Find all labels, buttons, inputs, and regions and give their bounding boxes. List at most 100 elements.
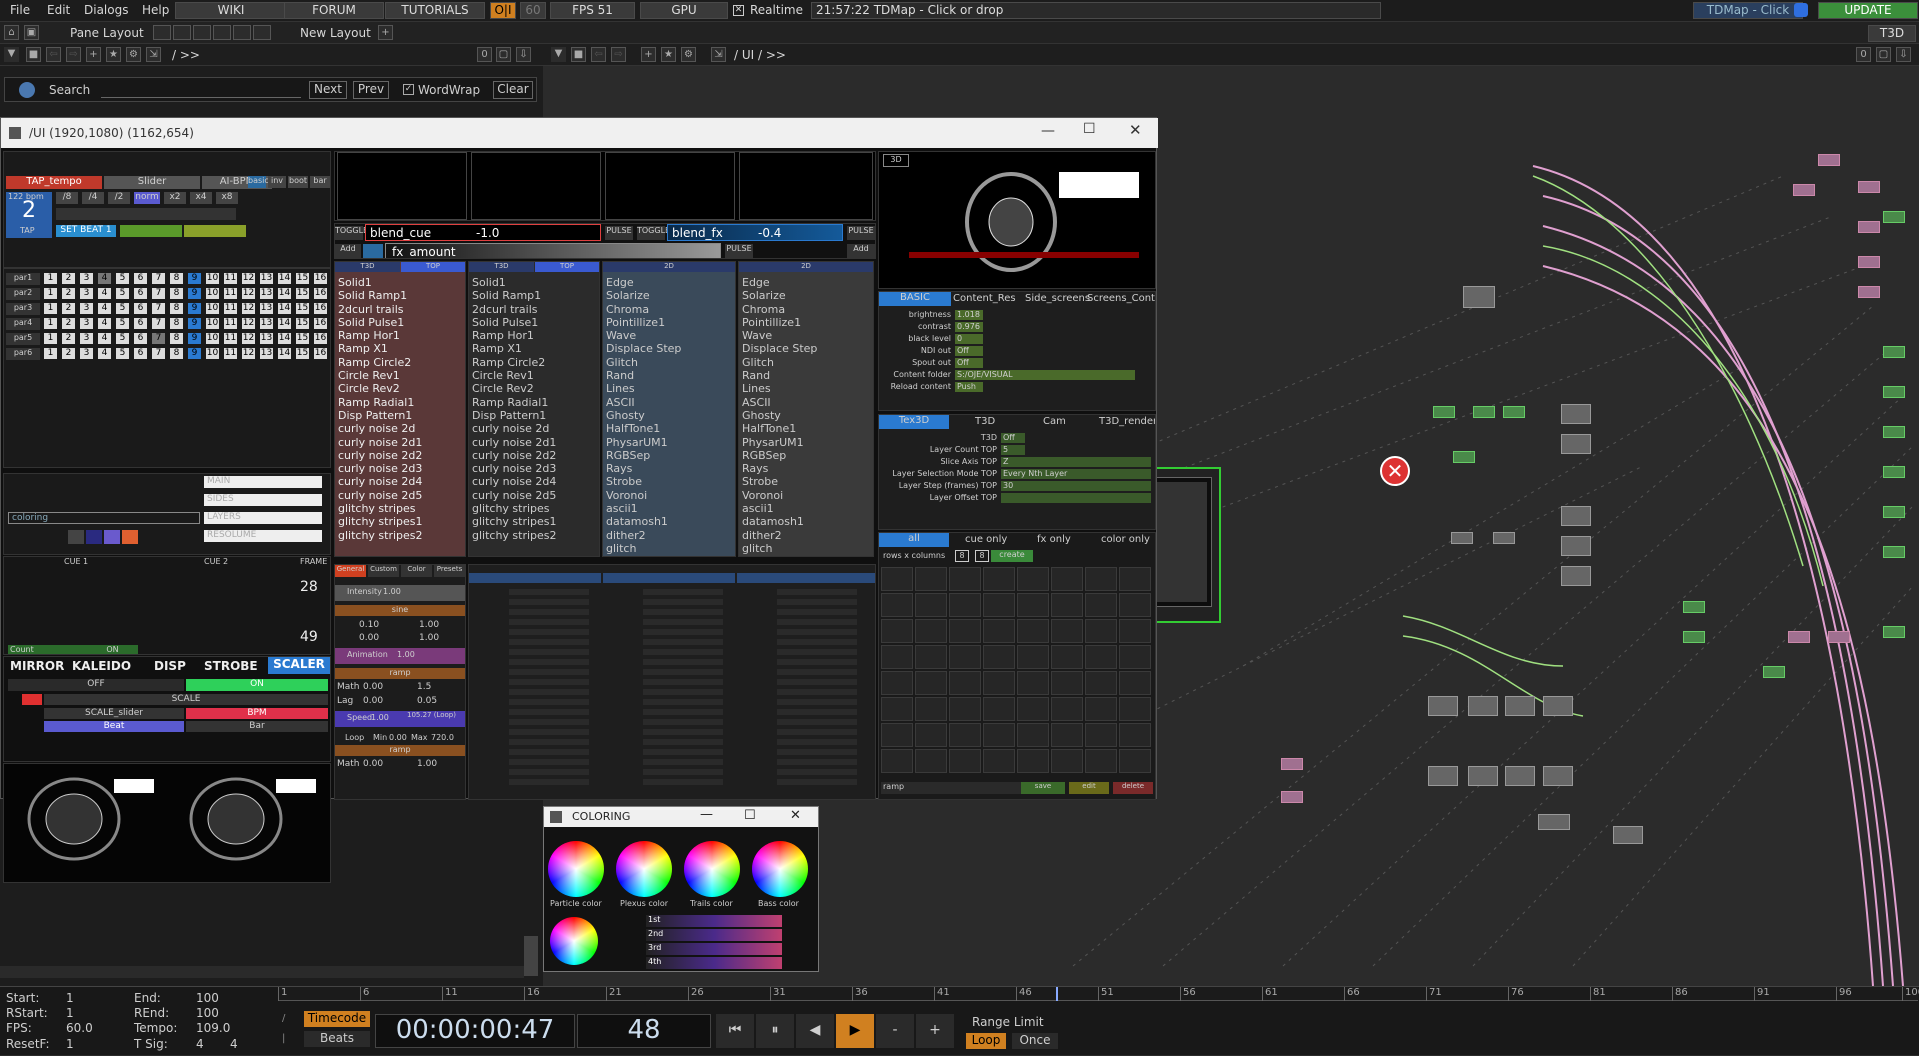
- blend-fx-slider[interactable]: blend_fx -0.4: [667, 224, 843, 241]
- speed-slider[interactable]: Speed 1.00 105.27 (Loop): [335, 711, 465, 727]
- main-field[interactable]: MAIN: [204, 476, 322, 488]
- list-item[interactable]: curly noise 2d2: [338, 449, 423, 462]
- param-cell[interactable]: 6: [134, 273, 147, 284]
- math-v1[interactable]: 0.00: [363, 682, 383, 692]
- save-cue-button[interactable]: save: [1021, 782, 1065, 794]
- coloring-minimize-icon[interactable]: —: [700, 807, 713, 822]
- network-node[interactable]: [1793, 184, 1815, 196]
- param-cell[interactable]: 10: [206, 303, 219, 314]
- norm-button[interactable]: norm: [134, 192, 160, 204]
- param-row-label[interactable]: par2: [6, 288, 40, 300]
- set-beat-button[interactable]: SET BEAT 1: [56, 225, 116, 237]
- param-cell[interactable]: 1: [44, 303, 57, 314]
- param-cell[interactable]: 5: [116, 333, 129, 344]
- param-cell[interactable]: 9: [188, 348, 201, 359]
- tab-custom[interactable]: Custom: [368, 565, 399, 577]
- network-node[interactable]: [1858, 256, 1880, 268]
- dropdown-icon[interactable]: ▼: [4, 47, 19, 62]
- param-cell[interactable]: 9: [188, 288, 201, 299]
- basic-toggle[interactable]: basic: [248, 176, 269, 188]
- network-node[interactable]: [1468, 696, 1498, 716]
- param-cell[interactable]: 12: [242, 273, 255, 284]
- tab-general[interactable]: General: [335, 565, 366, 577]
- resetf-value[interactable]: 1: [66, 1037, 74, 1051]
- tab-t3d-render[interactable]: T3D_render: [1099, 416, 1155, 427]
- list-item[interactable]: Displace Step: [742, 342, 817, 355]
- download-icon-2[interactable]: ⇩: [1896, 47, 1911, 62]
- cue-slot[interactable]: [915, 697, 947, 721]
- param-cell[interactable]: 14: [278, 273, 291, 284]
- cue-slot[interactable]: [1017, 697, 1049, 721]
- inspector-tabs-2[interactable]: [603, 573, 735, 583]
- list-item[interactable]: Strobe: [606, 475, 681, 488]
- list-item[interactable]: Pointillize1: [606, 316, 681, 329]
- timecode-toggle[interactable]: Timecode: [304, 1011, 370, 1027]
- add-layout-icon[interactable]: +: [378, 25, 393, 40]
- list-item[interactable]: Ramp X1: [338, 342, 423, 355]
- tap-pad[interactable]: 122 bpm 2 TAP: [6, 192, 52, 238]
- list-item[interactable]: Ramp Radial1: [338, 396, 423, 409]
- param-cell[interactable]: 12: [242, 348, 255, 359]
- network-node[interactable]: [1818, 154, 1840, 166]
- param-row-label[interactable]: par3: [6, 303, 40, 315]
- list-item[interactable]: glitchy stripes2: [338, 529, 423, 542]
- cue-slot[interactable]: [881, 619, 913, 643]
- param-cell[interactable]: 13: [260, 318, 273, 329]
- rewind-icon[interactable]: ⏮: [716, 1014, 754, 1048]
- forward-icon-2[interactable]: ⇨: [611, 47, 626, 62]
- update-button[interactable]: UPDATE: [1818, 2, 1918, 19]
- list-item[interactable]: Ramp Hor1: [338, 329, 423, 342]
- kaleido-label[interactable]: KALEIDO: [72, 659, 131, 673]
- timeline-ruler[interactable]: 1 6 11 16 21 26 31 36 41 46 51 56 61 66 71 76 81 86 91 96 10…: [278, 987, 1919, 1001]
- tab-t3d[interactable]: T3D: [975, 416, 995, 427]
- lag-v2[interactable]: 1.00: [419, 620, 439, 630]
- list-item[interactable]: datamosh1: [606, 515, 681, 528]
- edit-cue-button[interactable]: edit: [1069, 782, 1109, 794]
- tab-content-res[interactable]: Content_Res: [953, 293, 1016, 304]
- cue-slot[interactable]: [1085, 645, 1117, 669]
- network-node[interactable]: [1463, 286, 1495, 308]
- minus-button[interactable]: -: [876, 1014, 914, 1048]
- cue-slot[interactable]: [1119, 593, 1151, 617]
- param-row-label[interactable]: par4: [6, 318, 40, 330]
- ramp-button-2[interactable]: ramp: [335, 745, 465, 756]
- param-cell[interactable]: 16: [314, 348, 327, 359]
- param-cell[interactable]: 9: [188, 303, 201, 314]
- cue-slot[interactable]: [983, 645, 1015, 669]
- param-cell[interactable]: 8: [170, 348, 183, 359]
- param-cell[interactable]: 4: [98, 273, 111, 284]
- blend-cue-toggle[interactable]: TOGGLE: [335, 226, 368, 240]
- param-cell[interactable]: 3: [80, 348, 93, 359]
- preview-slot-4[interactable]: [739, 152, 873, 220]
- cue-slot[interactable]: [1051, 749, 1083, 773]
- network-node[interactable]: [1428, 696, 1458, 716]
- t3d-label[interactable]: T3D: [1868, 25, 1916, 42]
- list-item[interactable]: curly noise 2d1: [338, 436, 423, 449]
- cue-slot[interactable]: [1085, 567, 1117, 591]
- network-node[interactable]: [1538, 814, 1570, 830]
- list-item[interactable]: Wave: [606, 329, 681, 342]
- coloring-field[interactable]: coloring: [8, 512, 200, 524]
- list-item[interactable]: Circle Rev1: [338, 369, 423, 382]
- list-item[interactable]: Lines: [742, 382, 817, 395]
- list-item[interactable]: glitchy stripes2: [472, 529, 557, 542]
- layout-6-icon[interactable]: [253, 25, 271, 40]
- list-item[interactable]: Circle Rev1: [472, 369, 557, 382]
- swatch-3[interactable]: [104, 530, 120, 544]
- param-cell[interactable]: 13: [260, 348, 273, 359]
- lag-value-2[interactable]: 0.05: [417, 696, 437, 706]
- list-item[interactable]: curly noise 2d5: [472, 489, 557, 502]
- loop-toggle[interactable]: Loop: [966, 1033, 1006, 1049]
- network-node[interactable]: [1788, 631, 1810, 643]
- sixty-toggle[interactable]: 60: [520, 2, 546, 19]
- save-icon[interactable]: ▣: [24, 25, 39, 40]
- param-cell[interactable]: 9: [188, 273, 201, 284]
- list-item[interactable]: HalfTone1: [742, 422, 817, 435]
- once-toggle[interactable]: Once: [1012, 1033, 1058, 1049]
- param-cell[interactable]: 13: [260, 303, 273, 314]
- param-cell[interactable]: 8: [170, 288, 183, 299]
- param-cell[interactable]: 7: [152, 318, 165, 329]
- menu-edit[interactable]: Edit: [47, 3, 70, 17]
- add-icon-2[interactable]: +: [641, 47, 656, 62]
- param-cell[interactable]: 12: [242, 288, 255, 299]
